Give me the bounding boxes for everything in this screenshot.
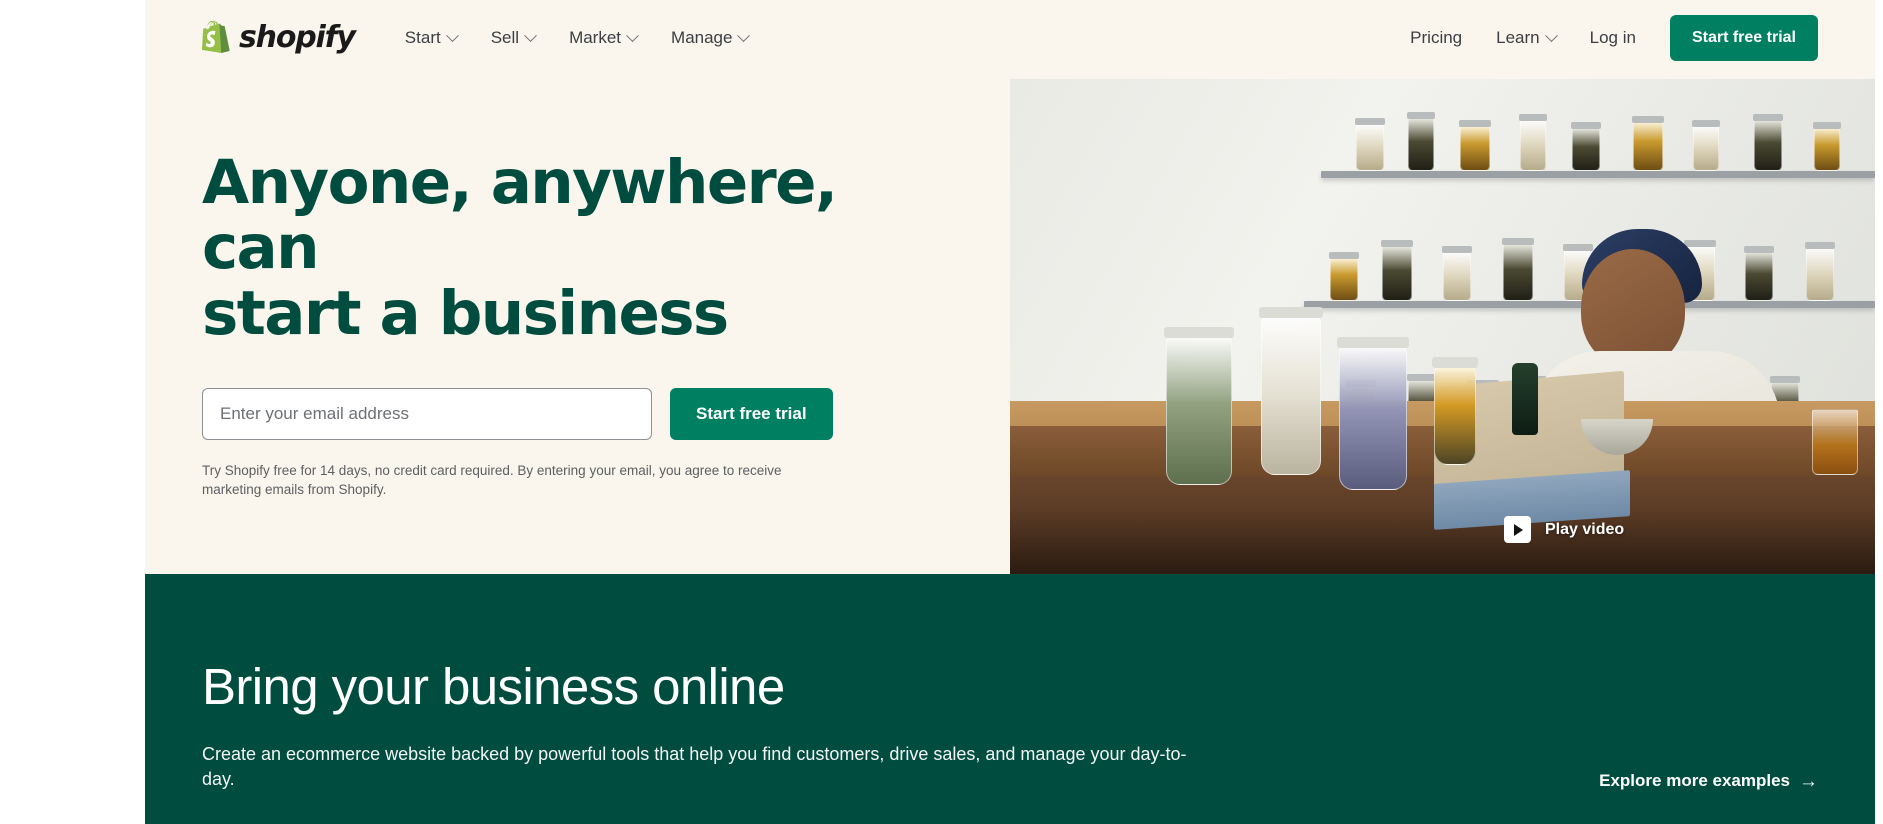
scene-jar [1804, 242, 1835, 301]
scene-jar [1744, 246, 1775, 301]
hero-headline: Anyone, anywhere, can start a business [202, 150, 902, 346]
chevron-down-icon [626, 28, 639, 42]
hero-scene-illustration [1010, 79, 1875, 574]
scene-beaker [1811, 409, 1858, 475]
hero-start-free-trial-button[interactable]: Start free trial [670, 387, 833, 440]
nav-item-learn[interactable]: Learn [1496, 28, 1558, 48]
scene-jar [1441, 246, 1472, 301]
scene-bottle [1511, 363, 1538, 436]
hero-headline-line-1: Anyone, anywhere, can [202, 147, 838, 284]
scene-jar [1329, 252, 1360, 301]
email-input[interactable] [202, 387, 652, 440]
page-root: Play video shopify Start Sell Market Man… [0, 0, 1883, 824]
nav-item-label: Log in [1589, 28, 1636, 47]
shopify-wordmark: shopify [239, 20, 356, 55]
play-triangle-icon [1504, 516, 1531, 543]
nav-item-label: Pricing [1410, 28, 1463, 47]
scene-person-head [1580, 249, 1685, 367]
nav-item-label: Manage [671, 28, 733, 47]
promo-title: Bring your business online [202, 658, 785, 715]
scene-jar [1458, 120, 1491, 171]
chevron-down-icon [524, 28, 537, 42]
secondary-nav: Pricing Learn Log in Start free trial [1410, 15, 1818, 61]
shopify-bag-icon [202, 21, 230, 53]
scene-jar [1380, 240, 1413, 301]
promo-row: Create an ecommerce website backed by po… [202, 742, 1818, 792]
nav-item-market[interactable]: Market [569, 28, 639, 48]
play-video-label: Play video [1545, 520, 1625, 538]
play-video-button[interactable]: Play video [1504, 516, 1624, 543]
explore-link-label: Explore more examples [1599, 771, 1790, 791]
scene-foreground-jar [1336, 336, 1409, 490]
primary-nav: Start Sell Market Manage [404, 28, 751, 48]
scene-foreground-jar [1431, 357, 1478, 466]
hero-headline-line-2: start a business [202, 277, 729, 349]
nav-item-login[interactable]: Log in [1590, 28, 1636, 48]
site-header: shopify Start Sell Market Manage Pricing… [145, 0, 1875, 76]
explore-more-examples-link[interactable]: Explore more examples → [1599, 771, 1818, 792]
chevron-down-icon [737, 28, 751, 42]
promo-subtitle: Create an ecommerce website backed by po… [202, 744, 1187, 790]
header-start-free-trial-button[interactable]: Start free trial [1669, 15, 1818, 61]
nav-item-manage[interactable]: Manage [671, 28, 751, 48]
content-frame: Play video shopify Start Sell Market Man… [145, 0, 1875, 824]
nav-item-label: Learn [1496, 28, 1540, 47]
scene-jar [1752, 114, 1783, 171]
scene-jar [1406, 112, 1435, 171]
promo-inner: Bring your business online Create an eco… [202, 574, 1818, 792]
scene-jar [1571, 122, 1602, 171]
scene-jar [1519, 114, 1548, 171]
nav-item-sell[interactable]: Sell [490, 28, 537, 48]
promo-section: Bring your business online Create an eco… [145, 574, 1875, 824]
scene-foreground-jar [1258, 307, 1323, 475]
arrow-right-icon: → [1799, 770, 1818, 792]
scene-foreground-jar [1163, 326, 1234, 485]
nav-item-pricing[interactable]: Pricing [1410, 28, 1462, 48]
nav-item-label: Start [404, 28, 441, 47]
nav-item-label: Market [569, 28, 622, 47]
scene-jar [1692, 120, 1721, 171]
scene-jar [1813, 122, 1842, 171]
scene-shelf-top [1321, 171, 1875, 178]
scene-jar [1355, 118, 1385, 171]
signup-disclaimer: Try Shopify free for 14 days, no credit … [202, 462, 782, 498]
nav-item-label: Sell [490, 28, 520, 47]
hero-content: Anyone, anywhere, can start a business S… [202, 150, 902, 500]
shopify-logo[interactable]: shopify [202, 20, 356, 55]
nav-item-start[interactable]: Start [404, 28, 459, 48]
chevron-down-icon [1544, 28, 1558, 42]
scene-jar [1502, 238, 1535, 301]
signup-form: Start free trial [202, 387, 902, 440]
hero-video-thumbnail[interactable]: Play video [1010, 79, 1875, 574]
scene-jar [1631, 116, 1664, 171]
chevron-down-icon [445, 28, 459, 42]
